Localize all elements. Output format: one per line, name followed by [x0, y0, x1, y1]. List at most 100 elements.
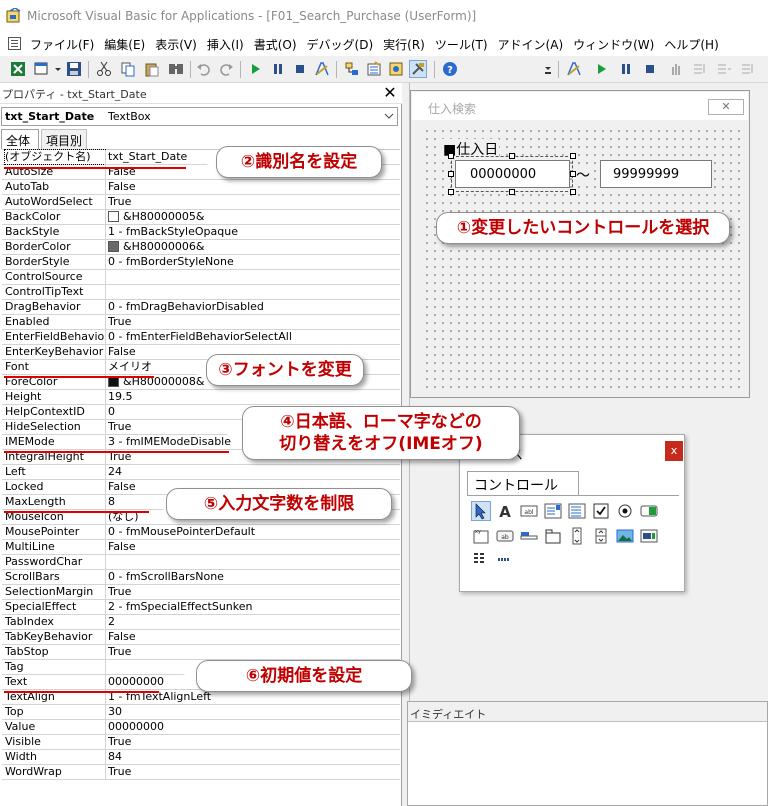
- spinbutton-control-icon[interactable]: [592, 527, 610, 545]
- label-control-icon[interactable]: A: [496, 502, 514, 520]
- property-value[interactable]: 0 - fmEnterFieldBehaviorSelectAll: [108, 330, 398, 344]
- combobox-control-icon[interactable]: [544, 502, 562, 520]
- property-row-controlsource[interactable]: ControlSource: [2, 270, 400, 285]
- listbox-control-icon[interactable]: [568, 502, 586, 520]
- redo-icon[interactable]: [218, 61, 234, 77]
- undo-icon[interactable]: [196, 61, 212, 77]
- resize-handle[interactable]: [448, 153, 454, 159]
- progressbar-control-icon[interactable]: [496, 550, 514, 568]
- menu-debug[interactable]: デバッグ(D): [303, 36, 378, 53]
- property-value[interactable]: &H80000006&: [108, 240, 398, 254]
- tab-categorized[interactable]: 項目別: [41, 129, 87, 149]
- menu-view[interactable]: 表示(V): [151, 36, 201, 53]
- selection-frame[interactable]: [451, 156, 573, 192]
- property-row-height[interactable]: Height 19.5: [2, 390, 400, 405]
- property-row-dragbehavior[interactable]: DragBehavior 0 - fmDragBehaviorDisabled: [2, 300, 400, 315]
- property-row-enabled[interactable]: Enabled True: [2, 315, 400, 330]
- multipage-control-icon[interactable]: [544, 527, 562, 545]
- property-value[interactable]: 2: [108, 615, 398, 629]
- project-explorer-icon[interactable]: [344, 61, 360, 77]
- menu-run[interactable]: 実行(R): [379, 36, 429, 53]
- object-selector[interactable]: txt_Start_Date TextBox: [1, 107, 398, 126]
- command-button-control-icon[interactable]: ab: [496, 527, 514, 545]
- property-value[interactable]: 0 - fmBorderStyleNone: [108, 255, 398, 269]
- resize-handle[interactable]: [448, 171, 454, 177]
- property-value[interactable]: True: [108, 645, 398, 659]
- object-browser-icon[interactable]: [388, 61, 404, 77]
- menu-help[interactable]: ヘルプ(H): [660, 36, 722, 53]
- checkbox-control-icon[interactable]: [592, 502, 610, 520]
- frame-control-icon[interactable]: xy: [472, 527, 490, 545]
- property-row-backstyle[interactable]: BackStyle 1 - fmBackStyleOpaque: [2, 225, 400, 240]
- help-icon[interactable]: ?: [442, 61, 458, 77]
- option-button-control-icon[interactable]: [616, 502, 634, 520]
- property-value[interactable]: True: [108, 585, 398, 599]
- property-value[interactable]: True: [108, 195, 398, 209]
- property-row-multiline[interactable]: MultiLine False: [2, 540, 400, 555]
- step-out-icon[interactable]: [740, 61, 756, 77]
- menu-addins[interactable]: アドイン(A): [494, 36, 568, 53]
- menu-tools[interactable]: ツール(T): [431, 36, 492, 53]
- chevron-down-icon[interactable]: [384, 111, 394, 121]
- property-value[interactable]: 1 - fmBackStyleOpaque: [108, 225, 398, 239]
- property-value[interactable]: 0 - fmScrollBarsNone: [108, 570, 398, 584]
- property-row-enterfieldbehavior[interactable]: EnterFieldBehavior 0 - fmEnterFieldBehavi…: [2, 330, 400, 345]
- find-icon[interactable]: [168, 61, 184, 77]
- property-row-passwordchar[interactable]: PasswordChar: [2, 555, 400, 570]
- property-value[interactable]: False: [108, 540, 398, 554]
- property-row-autotab[interactable]: AutoTab False: [2, 180, 400, 195]
- select-objects-icon[interactable]: [471, 501, 491, 521]
- menu-edit[interactable]: 編集(E): [100, 36, 149, 53]
- tab-alphabetic[interactable]: 全体: [1, 129, 39, 149]
- run-icon[interactable]: [248, 61, 264, 77]
- scrollbar-control-icon[interactable]: [568, 527, 586, 545]
- property-row-tabkeybehavior[interactable]: TabKeyBehavior False: [2, 630, 400, 645]
- system-menu-icon[interactable]: [8, 37, 21, 50]
- immediate-window[interactable]: イミディエイト: [407, 701, 768, 806]
- resize-handle[interactable]: [448, 189, 454, 195]
- property-value[interactable]: False: [108, 180, 398, 194]
- property-value[interactable]: True: [108, 735, 398, 749]
- menu-window[interactable]: ウィンドウ(W): [569, 36, 658, 53]
- property-value[interactable]: 19.5: [108, 390, 398, 404]
- property-row-scrollbars[interactable]: ScrollBars 0 - fmScrollBarsNone: [2, 570, 400, 585]
- property-row-borderstyle[interactable]: BorderStyle 0 - fmBorderStyleNone: [2, 255, 400, 270]
- close-icon[interactable]: ✕: [381, 84, 399, 102]
- excel-view-icon[interactable]: [10, 61, 26, 77]
- end-date-textbox[interactable]: 99999999: [600, 160, 712, 188]
- menu-insert[interactable]: 挿入(I): [203, 36, 248, 53]
- property-row-controltiptext[interactable]: ControlTipText: [2, 285, 400, 300]
- property-value[interactable]: 84: [108, 750, 398, 764]
- design-mode-icon-2[interactable]: [566, 61, 582, 77]
- resize-handle[interactable]: [509, 189, 515, 195]
- property-value[interactable]: True: [108, 315, 398, 329]
- resize-handle[interactable]: [509, 153, 515, 159]
- property-value[interactable]: 00000000: [108, 720, 398, 734]
- dropdown-arrow-icon[interactable]: [54, 61, 62, 77]
- property-row-wordwrap[interactable]: WordWrap True: [2, 765, 400, 780]
- toolbox-icon[interactable]: [409, 60, 427, 78]
- property-value[interactable]: False: [108, 630, 398, 644]
- property-row-visible[interactable]: Visible True: [2, 735, 400, 750]
- property-value[interactable]: True: [108, 765, 398, 779]
- property-row-specialeffect[interactable]: SpecialEffect 2 - fmSpecialEffectSunken: [2, 600, 400, 615]
- calendar-control-icon[interactable]: [472, 550, 490, 568]
- property-value[interactable]: &H80000005&: [108, 210, 398, 224]
- property-row-width[interactable]: Width 84: [2, 750, 400, 765]
- toolbox-close-button[interactable]: x: [665, 441, 683, 461]
- toolbar-grip-icon[interactable]: [544, 61, 552, 77]
- property-row-value[interactable]: Value 00000000: [2, 720, 400, 735]
- step-into-icon[interactable]: [692, 61, 708, 77]
- property-row-tabstop[interactable]: TabStop True: [2, 645, 400, 660]
- property-value[interactable]: 30: [108, 705, 398, 719]
- run-icon-2[interactable]: [594, 61, 610, 77]
- cut-icon[interactable]: [96, 61, 112, 77]
- design-mode-icon[interactable]: [314, 61, 330, 77]
- step-over-icon[interactable]: [716, 61, 732, 77]
- tabstrip-control-icon[interactable]: [520, 527, 538, 545]
- properties-window-icon[interactable]: [366, 61, 382, 77]
- property-value[interactable]: 24: [108, 465, 398, 479]
- menu-format[interactable]: 書式(O): [250, 36, 301, 53]
- property-row-autowordselect[interactable]: AutoWordSelect True: [2, 195, 400, 210]
- save-icon[interactable]: [66, 61, 82, 77]
